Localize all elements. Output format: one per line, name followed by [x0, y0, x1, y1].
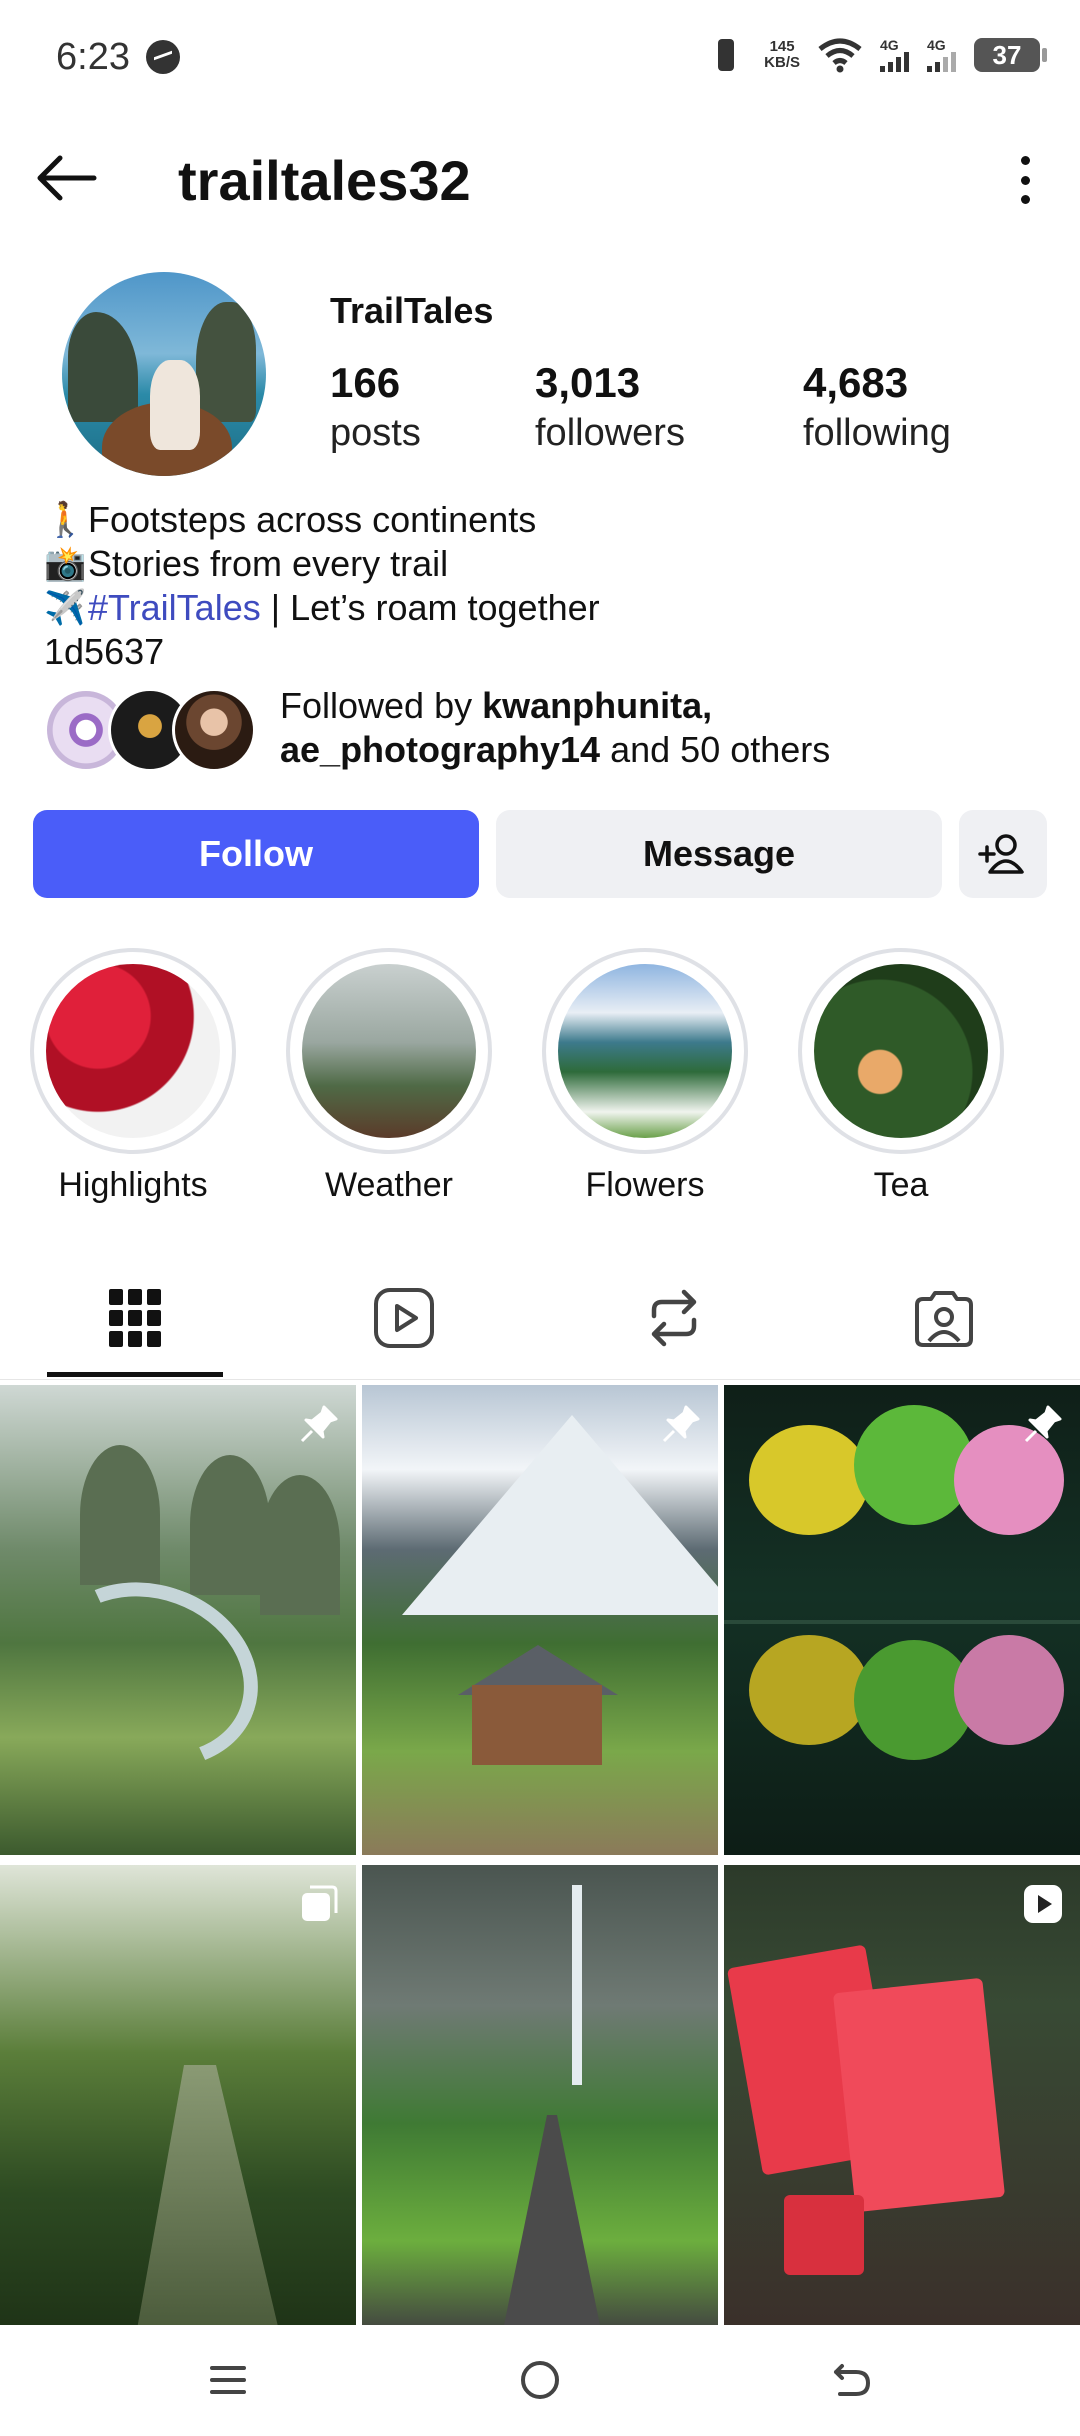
highlight-label: Tea [873, 1166, 929, 1204]
highlight-tea[interactable]: Tea [798, 948, 1004, 1205]
profile-bio: 🚶 Footsteps across continents 📸 Stories fr… [44, 498, 600, 674]
mutual-user-1[interactable]: kwanphunita, [482, 685, 712, 726]
system-navigation-bar [0, 2325, 1080, 2436]
mutual-user-2[interactable]: ae_photography14 [280, 729, 600, 770]
pin-icon [300, 1405, 338, 1443]
grid-icon [109, 1289, 161, 1347]
stat-following-value: 4,683 [803, 359, 909, 406]
home-button[interactable] [510, 2350, 570, 2410]
highlight-label: Highlights [58, 1166, 208, 1204]
tab-tagged[interactable] [856, 1258, 1032, 1378]
message-button[interactable]: Message [496, 810, 942, 898]
post-thumbnail[interactable] [724, 1865, 1080, 2335]
airplane-icon: ✈️ [44, 589, 87, 627]
posts-grid [0, 1385, 1080, 2335]
profile-tabs [0, 1258, 1080, 1378]
status-time: 6:23 [56, 36, 130, 78]
highlight-label: Weather [325, 1166, 453, 1204]
status-icons: 145 KB/S 4G 4G 37 [706, 30, 1047, 80]
divider [0, 1379, 1080, 1380]
highlight-cover-image [46, 964, 220, 1138]
highlight-weather[interactable]: Weather [286, 948, 492, 1205]
highlight-cover-image [302, 964, 476, 1138]
active-tab-indicator [47, 1372, 223, 1377]
messenger-notification-icon [146, 40, 180, 74]
post-thumbnail[interactable] [362, 1385, 718, 1855]
bio-hashtag-link[interactable]: #TrailTales [88, 586, 261, 630]
highlight-label: Flowers [585, 1166, 705, 1204]
signal-1-label: 4G [880, 37, 899, 53]
network-speed-unit: KB/S [764, 54, 800, 71]
video-icon [1024, 1885, 1062, 1923]
add-user-icon [978, 834, 1024, 874]
signal-bars-icon [927, 52, 956, 72]
followed-by-section[interactable]: Followed by kwanphunita, ae_photography1… [44, 684, 1044, 774]
stat-followers-value: 3,013 [535, 359, 641, 406]
stat-followers[interactable]: 3,013 followers [535, 358, 685, 458]
tab-reposts[interactable] [586, 1258, 762, 1378]
mutual-avatar [172, 688, 256, 772]
pin-icon [662, 1405, 700, 1443]
signal-bars-icon [880, 52, 909, 72]
recent-apps-button[interactable] [198, 2350, 258, 2410]
post-thumbnail[interactable] [724, 1385, 1080, 1855]
walking-person-icon: 🚶 [44, 501, 87, 539]
status-bar: 6:23 145 KB/S 4G 4G 37 [0, 0, 1080, 115]
reels-icon [374, 1288, 434, 1348]
back-arrow-icon [37, 155, 97, 201]
bio-line-2: Stories from every trail [88, 543, 449, 584]
stat-following[interactable]: 4,683 following [803, 358, 951, 458]
camera-icon: 📸 [44, 545, 87, 583]
more-vertical-icon [1020, 156, 1030, 165]
bio-line-3: | Let’s roam together [260, 587, 600, 628]
suggested-users-button[interactable] [959, 810, 1047, 898]
mutual-count: 50 [680, 729, 721, 770]
vibrate-icon [706, 37, 746, 73]
network-speed-value: 145 [769, 38, 795, 55]
followed-by-text: Followed by kwanphunita, ae_photography1… [280, 685, 831, 770]
repost-icon [651, 1289, 697, 1347]
bio-line-1: Footsteps across continents [88, 499, 537, 540]
back-nav-icon [834, 2364, 870, 2396]
highlight-flowers[interactable]: Flowers [542, 948, 748, 1205]
signal-2-label: 4G [927, 37, 946, 53]
tab-reels[interactable] [316, 1258, 492, 1378]
back-button[interactable] [30, 148, 100, 208]
profile-username: trailtales32 [178, 149, 471, 212]
stat-following-label: following [803, 412, 951, 454]
bio-line-4: 1d5637 [44, 631, 165, 672]
menu-icon [210, 2366, 246, 2394]
stat-posts-label: posts [330, 412, 421, 454]
stat-followers-label: followers [535, 412, 685, 454]
highlight-highlights[interactable]: Highlights [30, 948, 236, 1205]
profile-avatar[interactable] [62, 272, 266, 476]
profile-display-name: TrailTales [330, 290, 494, 331]
signal-2: 4G [927, 38, 956, 72]
home-circle-icon [521, 2361, 559, 2399]
more-options-button[interactable] [1010, 150, 1040, 210]
stat-posts-value: 166 [330, 359, 401, 406]
post-thumbnail[interactable] [362, 1865, 718, 2335]
multiple-posts-icon [302, 1885, 338, 1921]
post-thumbnail[interactable] [0, 1865, 356, 2335]
network-speed: 145 KB/S [764, 39, 800, 71]
wifi-icon [818, 38, 862, 73]
follow-button[interactable]: Follow [33, 810, 479, 898]
pin-icon [1024, 1405, 1062, 1443]
post-thumbnail[interactable] [0, 1385, 356, 1855]
stat-posts[interactable]: 166 posts [330, 358, 421, 458]
back-nav-button[interactable] [822, 2350, 882, 2410]
profile-header: trailtales32 [0, 120, 1080, 240]
signal-1: 4G [880, 38, 909, 72]
battery-indicator: 37 [974, 38, 1047, 72]
highlight-cover-image [814, 964, 988, 1138]
highlight-cover-image [558, 964, 732, 1138]
tagged-icon [915, 1291, 973, 1347]
tab-grid[interactable] [47, 1258, 223, 1378]
